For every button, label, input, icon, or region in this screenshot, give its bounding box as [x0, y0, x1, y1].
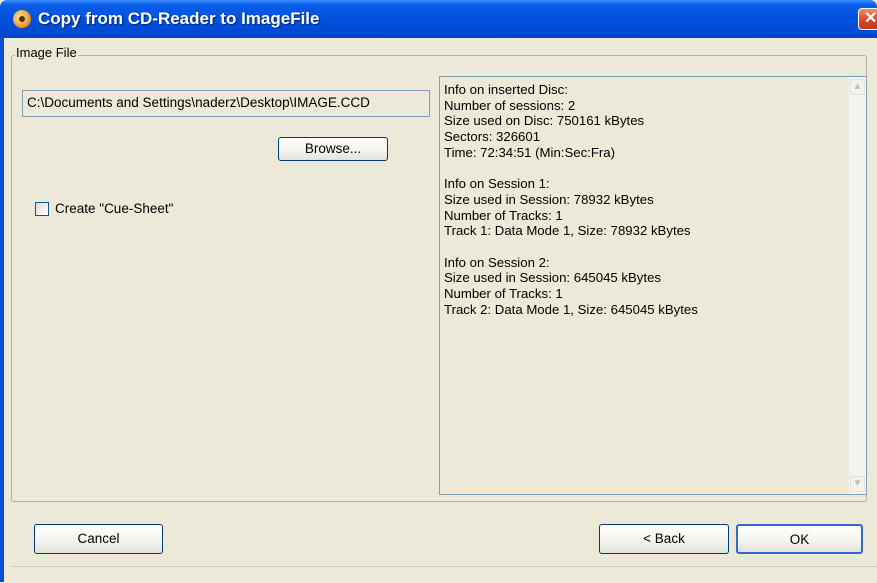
- info-line: Info on inserted Disc:: [444, 82, 568, 97]
- info-line: Track 1: Data Mode 1, Size: 78932 kBytes: [444, 223, 691, 239]
- info-line: [444, 239, 844, 255]
- disc-info-box[interactable]: Info on inserted Disc: Number of sessions…: [439, 76, 867, 495]
- status-bar: [11, 566, 877, 583]
- title-bar[interactable]: Copy from CD-Reader to ImageFile ✕: [0, 0, 877, 38]
- ok-button[interactable]: OK: [736, 524, 863, 554]
- info-line: Number of sessions: 2: [444, 97, 576, 113]
- info-line: Sectors: 326601: [444, 129, 541, 145]
- info-scrollbar[interactable]: ▲ ▼: [849, 77, 866, 494]
- window-border: [0, 38, 4, 582]
- back-button[interactable]: < Back: [599, 524, 729, 554]
- group-label: Image File: [15, 45, 78, 60]
- info-line: [444, 160, 844, 176]
- info-line: Size used in Session: 645045 kBytes: [444, 270, 661, 286]
- info-line: Track 2: Data Mode 1, Size: 645045 kByte…: [444, 301, 698, 317]
- window-title: Copy from CD-Reader to ImageFile: [38, 9, 320, 28]
- browse-button[interactable]: Browse...: [278, 137, 388, 161]
- info-line: Number of Tracks: 1: [444, 285, 563, 301]
- disc-info-text: Info on inserted Disc: Number of sessions…: [444, 82, 844, 317]
- scroll-up-icon[interactable]: ▲: [850, 79, 865, 95]
- info-line: Size used in Session: 78932 kBytes: [444, 191, 654, 207]
- cue-sheet-checkbox[interactable]: [35, 202, 49, 216]
- cue-sheet-label[interactable]: Create "Cue-Sheet": [55, 201, 173, 216]
- info-line: Size used on Disc: 750161 kBytes: [444, 113, 645, 129]
- info-line: Info on Session 1:: [444, 176, 550, 192]
- close-icon: ✕: [864, 10, 877, 27]
- scroll-down-icon[interactable]: ▼: [850, 476, 865, 492]
- info-line: Time: 72:34:51 (Min:Sec:Fra): [444, 144, 616, 160]
- image-path-field[interactable]: C:\Documents and Settings\naderz\Desktop…: [22, 90, 430, 117]
- cancel-button[interactable]: Cancel: [34, 524, 163, 554]
- cd-copy-icon: [13, 10, 31, 28]
- info-line: Info on Session 2:: [444, 254, 550, 270]
- close-button[interactable]: ✕: [858, 8, 877, 30]
- info-line: Number of Tracks: 1: [444, 207, 563, 223]
